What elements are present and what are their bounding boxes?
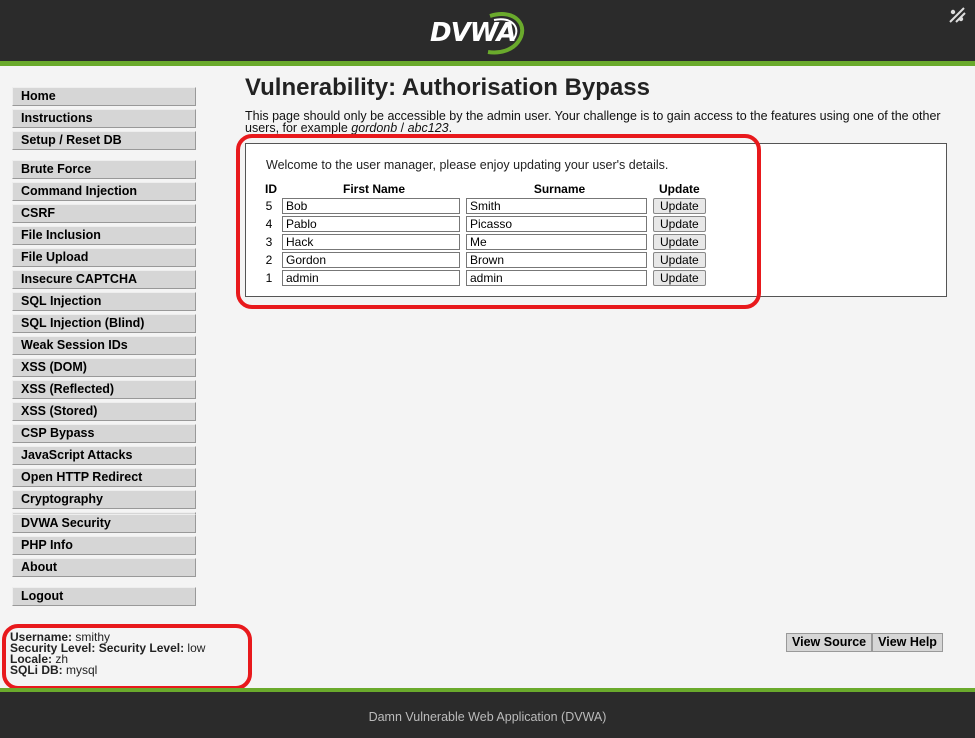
table-row: 2 Update: [260, 251, 706, 269]
example-password: abc123: [407, 121, 449, 135]
footer-text: Damn Vulnerable Web Application (DVWA): [368, 710, 607, 724]
sidebar-item-csrf[interactable]: CSRF: [12, 204, 196, 223]
example-username: gordonb: [351, 121, 398, 135]
surname-input[interactable]: [466, 216, 647, 232]
sidebar-item-insecure-captcha[interactable]: Insecure CAPTCHA: [12, 270, 196, 289]
update-button[interactable]: Update: [653, 234, 706, 250]
sidebar-item-about[interactable]: About: [12, 558, 196, 577]
first-name-input[interactable]: [282, 234, 460, 250]
security-level-value: low: [187, 641, 206, 655]
sidebar-item-home[interactable]: Home: [12, 87, 196, 106]
sidebar-item-cryptography[interactable]: Cryptography: [12, 490, 196, 509]
sidebar-item-file-inclusion[interactable]: File Inclusion: [12, 226, 196, 245]
sidebar-item-sql-injection[interactable]: SQL Injection: [12, 292, 196, 311]
first-name-input[interactable]: [282, 198, 460, 214]
page-title: Vulnerability: Authorisation Bypass: [245, 74, 650, 101]
logo-text: DVWA: [430, 18, 517, 48]
sidebar-item-xss-stored[interactable]: XSS (Stored): [12, 402, 196, 421]
menu-group-logout: Logout: [12, 587, 196, 609]
menu-group-settings: DVWA Security PHP Info About: [12, 514, 196, 580]
column-header-update: Update: [659, 182, 700, 196]
sidebar-item-javascript-attacks[interactable]: JavaScript Attacks: [12, 446, 196, 465]
sidebar-item-csp-bypass[interactable]: CSP Bypass: [12, 424, 196, 443]
user-id: 2: [265, 253, 273, 267]
footer: Damn Vulnerable Web Application (DVWA): [0, 688, 975, 738]
sidebar-item-setup-reset-db[interactable]: Setup / Reset DB: [12, 131, 196, 150]
sidebar-item-dvwa-security[interactable]: DVWA Security: [12, 514, 196, 533]
table-row: 4 Update: [260, 215, 706, 233]
sidebar-item-command-injection[interactable]: Command Injection: [12, 182, 196, 201]
column-header-id: ID: [265, 182, 277, 196]
sidebar-item-file-upload[interactable]: File Upload: [12, 248, 196, 267]
table-row: 5 Update: [260, 197, 706, 215]
header: DVWA: [0, 0, 975, 66]
sidebar-item-open-http-redirect[interactable]: Open HTTP Redirect: [12, 468, 196, 487]
surname-input[interactable]: [466, 234, 647, 250]
column-header-surname: Surname: [533, 182, 586, 196]
dvwa-logo[interactable]: DVWA: [420, 8, 540, 58]
user-id: 1: [265, 271, 273, 285]
sidebar-item-xss-reflected[interactable]: XSS (Reflected): [12, 380, 196, 399]
user-info: Username: smithy Security Level: Securit…: [10, 630, 206, 677]
menu-group-main: Home Instructions Setup / Reset DB: [12, 87, 196, 153]
first-name-input[interactable]: [282, 270, 460, 286]
welcome-text: Welcome to the user manager, please enjo…: [266, 158, 669, 172]
column-header-first-name: First Name: [342, 182, 406, 196]
sidebar-item-weak-session-ids[interactable]: Weak Session IDs: [12, 336, 196, 355]
user-id: 5: [265, 199, 273, 213]
update-button[interactable]: Update: [653, 198, 706, 214]
user-id: 3: [265, 235, 273, 249]
intro-text: This page should only be accessible by t…: [245, 109, 941, 135]
menu-group-vulnerabilities: Brute Force Command Injection CSRF File Inc…: [12, 160, 196, 534]
view-help-button[interactable]: View Help: [872, 633, 943, 652]
view-buttons: View Source View Help: [786, 633, 943, 652]
table-row: 1 Update: [260, 269, 706, 287]
first-name-input[interactable]: [282, 216, 460, 232]
update-button[interactable]: Update: [653, 270, 706, 286]
surname-input[interactable]: [466, 270, 647, 286]
update-button[interactable]: Update: [653, 252, 706, 268]
theme-toggle-icon[interactable]: [947, 6, 967, 24]
surname-input[interactable]: [466, 252, 647, 268]
user-id: 4: [265, 217, 273, 231]
view-source-button[interactable]: View Source: [786, 633, 873, 652]
update-button[interactable]: Update: [653, 216, 706, 232]
sidebar-item-xss-dom[interactable]: XSS (DOM): [12, 358, 196, 377]
table-row: 3 Update: [260, 233, 706, 251]
sidebar-item-php-info[interactable]: PHP Info: [12, 536, 196, 555]
sidebar-item-sql-injection-blind[interactable]: SQL Injection (Blind): [12, 314, 196, 333]
sidebar-item-instructions[interactable]: Instructions: [12, 109, 196, 128]
main-content: Vulnerability: Authorisation Bypass This…: [245, 74, 965, 134]
user-table: ID First Name Surname Update 5 Update 4 Upd…: [260, 182, 706, 287]
sqli-db-value: mysql: [66, 663, 98, 677]
user-manager-box: Welcome to the user manager, please enjo…: [245, 143, 947, 297]
surname-input[interactable]: [466, 198, 647, 214]
sidebar-item-logout[interactable]: Logout: [12, 587, 196, 606]
first-name-input[interactable]: [282, 252, 460, 268]
sidebar-item-brute-force[interactable]: Brute Force: [12, 160, 196, 179]
